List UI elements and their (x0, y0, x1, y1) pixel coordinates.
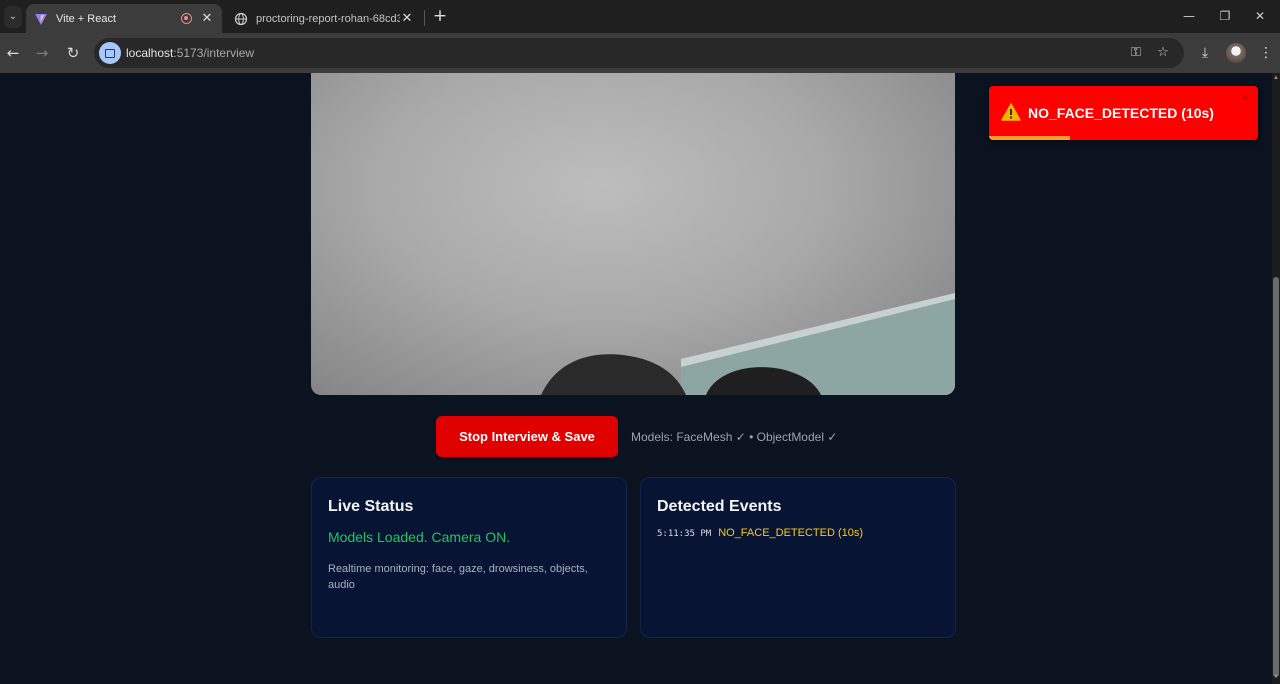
scrollbar-thumb[interactable] (1273, 277, 1279, 677)
live-status-title: Live Status (328, 498, 414, 515)
download-icon[interactable]: ⤓ (1194, 42, 1216, 64)
globe-icon (234, 12, 248, 25)
vite-logo-icon (35, 13, 47, 25)
tab-vite-react[interactable]: Vite + React ✕ (26, 4, 222, 33)
new-tab-plus-icon[interactable]: + (430, 5, 450, 27)
close-tab-icon[interactable]: ✕ (200, 11, 214, 26)
reload-icon[interactable]: ↻ (62, 42, 84, 64)
address-bar[interactable]: localhost:5173/interview ⚿ ☆ (94, 38, 1184, 68)
tab-search-button[interactable]: ⌄ (4, 6, 22, 28)
detected-events-title: Detected Events (657, 498, 782, 515)
models-status-text: Models: FaceMesh ✓ • ObjectModel ✓ (631, 430, 838, 444)
tab-proctoring-report[interactable]: proctoring-report-rohan-68cd3 ✕ (226, 4, 422, 33)
toast-progress-track (989, 136, 1258, 140)
browser-menu-icon[interactable]: ⋮ (1255, 42, 1277, 64)
browser-toolbar: ← → ↻ localhost:5173/interview ⚿ ☆ ⤓ ⋮ (0, 33, 1280, 73)
alert-toast: NO_FACE_DETECTED (10s) × (989, 86, 1258, 140)
profile-avatar[interactable] (1226, 43, 1246, 63)
toast-close-icon[interactable]: × (1241, 91, 1250, 104)
browser-tab-bar: ⌄ Vite + React ✕ proctoring-report-rohan… (0, 0, 1280, 33)
camera-status-text: Models Loaded. Camera ON. (328, 529, 511, 545)
recording-indicator-icon (181, 13, 192, 24)
camera-video-feed (311, 73, 955, 395)
warning-icon (1001, 103, 1021, 121)
detected-events-card: Detected Events 5:11:35 PM NO_FACE_DETEC… (640, 477, 956, 638)
scroll-down-arrow-icon[interactable]: ▼ (1272, 674, 1280, 680)
close-tab-icon[interactable]: ✕ (400, 11, 414, 26)
restore-window-icon[interactable]: ❐ (1213, 6, 1237, 26)
site-info-icon[interactable] (99, 42, 121, 64)
toast-progress-bar (989, 136, 1070, 140)
forward-arrow-icon[interactable]: → (31, 42, 53, 64)
camera-frame-image (541, 293, 955, 395)
stop-interview-button[interactable]: Stop Interview & Save (436, 416, 618, 457)
page-scrollbar[interactable]: ▲ ▼ (1272, 73, 1280, 684)
monitoring-description: Realtime monitoring: face, gaze, drowsin… (328, 563, 588, 591)
event-list-item: 5:11:35 PM NO_FACE_DETECTED (10s) (657, 527, 863, 539)
url-text[interactable]: localhost:5173/interview (126, 46, 254, 60)
toast-message: NO_FACE_DETECTED (10s) (1028, 105, 1214, 121)
close-window-icon[interactable]: ✕ (1248, 6, 1272, 26)
tab-separator (424, 10, 425, 26)
event-time: 5:11:35 PM (657, 529, 712, 539)
scroll-up-arrow-icon[interactable]: ▲ (1272, 75, 1280, 81)
password-key-icon[interactable]: ⚿ (1127, 44, 1145, 62)
event-type: NO_FACE_DETECTED (10s) (718, 527, 864, 539)
bookmark-star-icon[interactable]: ☆ (1154, 44, 1172, 62)
live-status-card: Live Status Models Loaded. Camera ON. Re… (311, 477, 627, 638)
tab-title: Vite + React (56, 12, 117, 25)
back-arrow-icon[interactable]: ← (2, 42, 24, 64)
minimize-window-icon[interactable]: — (1177, 6, 1201, 26)
tab-title: proctoring-report-rohan-68cd3 (256, 12, 400, 25)
